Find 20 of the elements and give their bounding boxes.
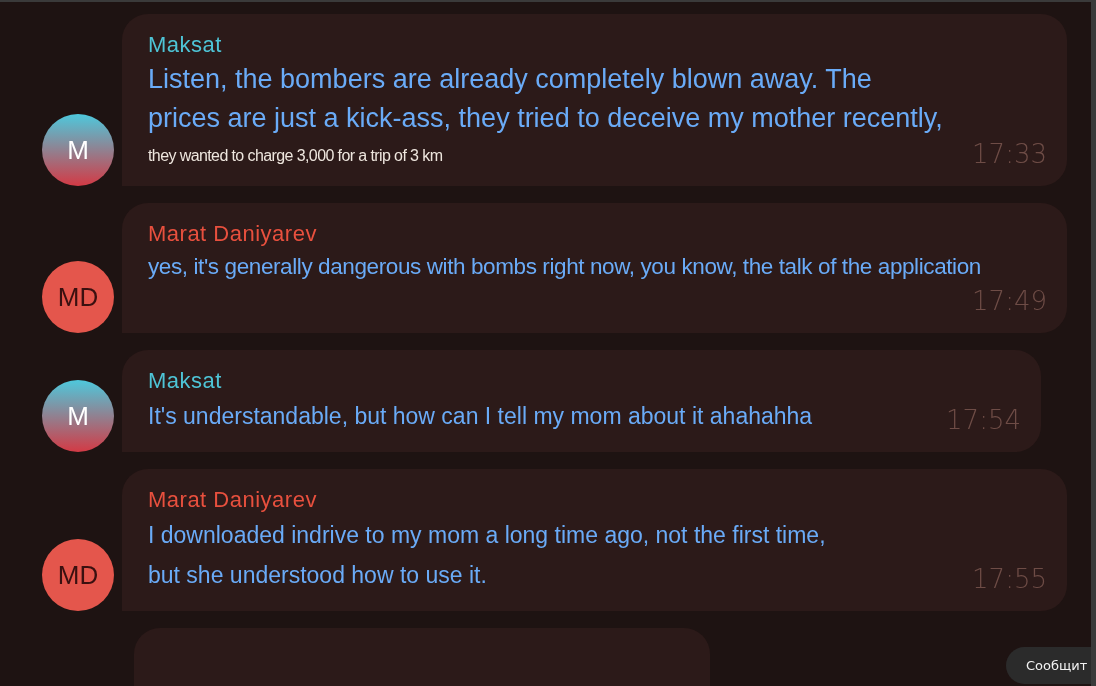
avatar[interactable]: MD — [42, 539, 114, 611]
avatar[interactable]: MD — [42, 261, 114, 333]
message-text: they wanted to charge 3,000 for a trip of 3 km — [148, 146, 443, 166]
message-time: 17:54 — [946, 404, 1021, 436]
sender-name[interactable]: Marat Daniyarev — [148, 219, 317, 249]
message-text: Listen, the bombers are already completely blown away. The — [148, 63, 873, 96]
message-time: 17:33 — [972, 138, 1047, 170]
tooltip: Сообщит — [1006, 647, 1091, 684]
message-text: prices are just a kick-ass, they tried to deceive my mother recently, — [148, 102, 944, 135]
message-text: yes, it's generally dangerous with bombs right now, you know, the talk of the application — [148, 253, 981, 281]
message-time: 17:55 — [972, 563, 1047, 595]
sender-name[interactable]: Maksat — [148, 366, 222, 396]
avatar[interactable]: M — [42, 114, 114, 186]
message-text: but she understood how to use it. — [148, 561, 487, 590]
message-time: 17:49 — [972, 285, 1047, 317]
sender-name[interactable]: Marat Daniyarev — [148, 485, 317, 515]
avatar[interactable]: M — [42, 380, 114, 452]
message-text: I downloaded indrive to my mom a long time ago, not the first time, — [148, 521, 827, 550]
message-text: It's understandable, but how can I tell my mom about it ahahahha — [148, 402, 813, 431]
sender-name[interactable]: Maksat — [148, 30, 222, 60]
